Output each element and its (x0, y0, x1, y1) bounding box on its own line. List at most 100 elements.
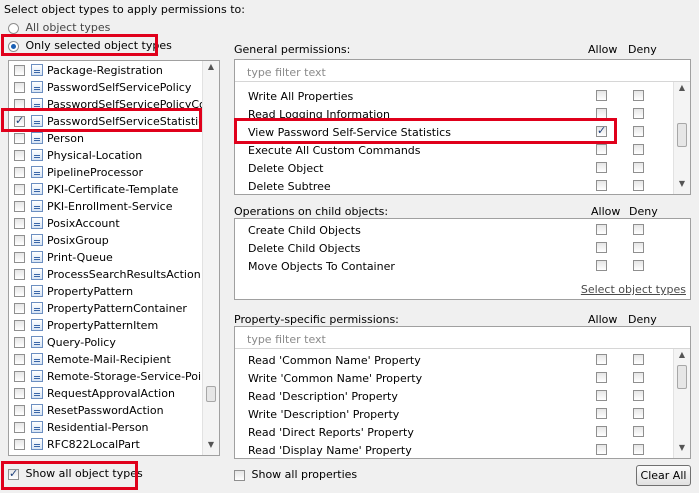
general-filter-input[interactable]: type filter text (235, 60, 690, 82)
deny-checkbox[interactable] (633, 372, 644, 383)
list-item[interactable]: PropertyPattern (9, 283, 219, 300)
scroll-thumb[interactable] (677, 365, 687, 389)
allow-checkbox[interactable] (596, 224, 607, 235)
permission-row[interactable]: Create Child Objects (235, 221, 690, 239)
allow-checkbox[interactable] (596, 390, 607, 401)
deny-checkbox[interactable] (633, 390, 644, 401)
list-item[interactable]: PKI-Enrollment-Service (9, 198, 219, 215)
list-item[interactable]: PKI-Certificate-Template (9, 181, 219, 198)
allow-checkbox[interactable] (596, 124, 607, 137)
object-type-checkbox[interactable] (14, 371, 25, 382)
list-item[interactable]: Package-Registration (9, 62, 219, 79)
permission-row[interactable]: Write All Properties (235, 87, 690, 105)
object-type-checkbox[interactable] (14, 150, 25, 161)
scroll-thumb[interactable] (206, 386, 216, 402)
deny-checkbox[interactable] (633, 180, 644, 191)
permission-row[interactable]: Delete Object (235, 159, 690, 177)
permission-row[interactable]: Write 'Description' Property (235, 405, 690, 423)
list-item[interactable]: PasswordSelfServiceStatistics (9, 113, 219, 130)
object-type-checkbox[interactable] (14, 388, 25, 399)
object-type-checkbox[interactable] (14, 252, 25, 263)
deny-checkbox[interactable] (633, 162, 644, 173)
deny-checkbox[interactable] (633, 426, 644, 437)
allow-checkbox[interactable] (596, 426, 607, 437)
list-item[interactable]: Remote-Mail-Recipient (9, 351, 219, 368)
list-item[interactable]: RequestApprovalAction (9, 385, 219, 402)
permission-row[interactable]: Read 'Common Name' Property (235, 351, 690, 369)
permission-row[interactable]: Read 'Direct Reports' Property (235, 423, 690, 441)
show-all-properties-checkbox[interactable] (234, 469, 245, 481)
object-type-checkbox[interactable] (14, 167, 25, 178)
object-type-checkbox[interactable] (14, 405, 25, 416)
list-item[interactable]: ProcessSearchResultsAction (9, 266, 219, 283)
allow-checkbox[interactable] (596, 408, 607, 419)
general-permissions-list[interactable]: type filter text Write All Properties Rea… (234, 59, 691, 195)
object-type-checkbox[interactable] (14, 218, 25, 229)
object-type-checkbox[interactable] (14, 235, 25, 246)
object-types-scrollbar[interactable]: ▲ ▼ (202, 61, 219, 455)
allow-checkbox[interactable] (596, 144, 607, 155)
clear-all-button[interactable]: Clear All (636, 465, 691, 486)
property-scrollbar[interactable]: ▲ ▼ (673, 349, 690, 458)
all-object-types-option[interactable]: All object types (8, 21, 110, 34)
list-item[interactable]: PasswordSelfServicePolicyCo (9, 96, 219, 113)
show-all-properties-option[interactable]: Show all properties (234, 468, 357, 481)
deny-checkbox[interactable] (633, 408, 644, 419)
deny-checkbox[interactable] (633, 444, 644, 455)
list-item[interactable]: Person (9, 130, 219, 147)
allow-checkbox[interactable] (596, 372, 607, 383)
list-item[interactable]: PosixAccount (9, 215, 219, 232)
permission-row[interactable]: View Password Self-Service Statistics (235, 123, 690, 141)
list-item[interactable]: Query-Policy (9, 334, 219, 351)
only-selected-object-types-option[interactable]: Only selected object types (8, 39, 172, 52)
scroll-down-icon[interactable]: ▼ (203, 440, 219, 454)
show-all-object-types-option[interactable]: Show all object types (8, 467, 143, 480)
deny-checkbox[interactable] (633, 144, 644, 155)
deny-checkbox[interactable] (633, 126, 644, 137)
permission-row[interactable]: Read 'Display Name' Property (235, 441, 690, 458)
permission-row[interactable]: Read 'Description' Property (235, 387, 690, 405)
list-item[interactable]: Physical-Location (9, 147, 219, 164)
deny-checkbox[interactable] (633, 354, 644, 365)
allow-checkbox[interactable] (596, 354, 607, 365)
scroll-up-icon[interactable]: ▲ (203, 62, 219, 76)
object-type-checkbox[interactable] (14, 82, 25, 93)
deny-checkbox[interactable] (633, 242, 644, 253)
deny-checkbox[interactable] (633, 90, 644, 101)
object-type-checkbox[interactable] (14, 133, 25, 144)
select-object-types-link[interactable]: Select object types (581, 283, 686, 296)
child-operations-list[interactable]: Create Child Objects Delete Child Objects… (234, 218, 691, 300)
scroll-up-icon[interactable]: ▲ (674, 350, 690, 364)
list-item[interactable]: PosixGroup (9, 232, 219, 249)
scroll-thumb[interactable] (677, 123, 687, 147)
object-type-checkbox[interactable] (14, 337, 25, 348)
scroll-up-icon[interactable]: ▲ (674, 83, 690, 97)
list-item[interactable]: PasswordSelfServicePolicy (9, 79, 219, 96)
list-item[interactable]: Print-Queue (9, 249, 219, 266)
deny-checkbox[interactable] (633, 224, 644, 235)
list-item[interactable]: ResetPasswordAction (9, 402, 219, 419)
allow-checkbox[interactable] (596, 242, 607, 253)
deny-checkbox[interactable] (633, 108, 644, 119)
allow-checkbox[interactable] (596, 90, 607, 101)
list-item[interactable]: Residential-Person (9, 419, 219, 436)
permission-row[interactable]: Delete Subtree (235, 177, 690, 194)
object-type-checkbox[interactable] (14, 303, 25, 314)
permission-row[interactable]: Move Objects To Container (235, 257, 690, 275)
property-filter-input[interactable]: type filter text (235, 327, 690, 349)
permission-row[interactable]: Delete Child Objects (235, 239, 690, 257)
object-type-checkbox[interactable] (14, 320, 25, 331)
object-type-checkbox[interactable] (14, 201, 25, 212)
object-type-checkbox[interactable] (14, 286, 25, 297)
allow-checkbox[interactable] (596, 108, 607, 119)
allow-checkbox[interactable] (596, 444, 607, 455)
list-item[interactable]: PropertyPatternContainer (9, 300, 219, 317)
only-selected-object-types-radio[interactable] (8, 40, 19, 52)
object-type-checkbox[interactable] (14, 422, 25, 433)
list-item[interactable]: PipelineProcessor (9, 164, 219, 181)
object-type-checkbox[interactable] (14, 114, 25, 127)
object-type-checkbox[interactable] (14, 354, 25, 365)
list-item[interactable]: Remote-Storage-Service-Point (9, 368, 219, 385)
allow-checkbox[interactable] (596, 260, 607, 271)
object-type-checkbox[interactable] (14, 439, 25, 450)
